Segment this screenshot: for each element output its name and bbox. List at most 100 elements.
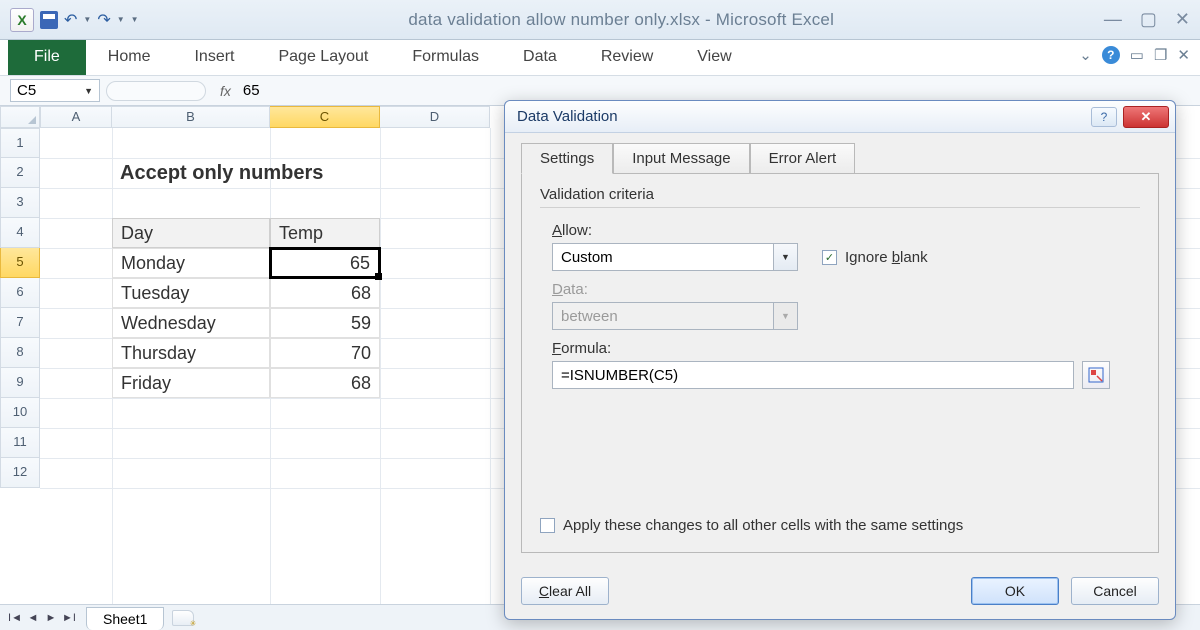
col-header-d[interactable]: D bbox=[380, 106, 490, 128]
save-icon[interactable] bbox=[40, 11, 58, 29]
row-header[interactable]: 10 bbox=[0, 398, 40, 428]
ignore-blank-checkbox[interactable]: ✓ Ignore blank bbox=[822, 249, 928, 266]
quick-access-toolbar: X ↶ ▼ ↷ ▼ ▼ bbox=[10, 8, 139, 32]
tab-review[interactable]: Review bbox=[579, 40, 675, 75]
namebox-handle bbox=[106, 81, 206, 101]
doc-minimize-icon[interactable]: ▭ bbox=[1130, 46, 1144, 64]
row-header[interactable]: 8 bbox=[0, 338, 40, 368]
row-header[interactable]: 9 bbox=[0, 368, 40, 398]
sheet-nav-first-icon[interactable]: I◄ bbox=[6, 612, 24, 624]
dialog-close-button[interactable]: ✕ bbox=[1123, 106, 1169, 128]
dialog-title: Data Validation bbox=[517, 108, 1091, 125]
chevron-down-icon: ▼ bbox=[773, 303, 797, 329]
tab-error-alert[interactable]: Error Alert bbox=[750, 143, 856, 174]
ribbon: File Home Insert Page Layout Formulas Da… bbox=[0, 40, 1200, 76]
help-icon[interactable]: ? bbox=[1102, 46, 1120, 64]
maximize-icon[interactable]: ▢ bbox=[1140, 9, 1157, 30]
sheet-tab-sheet1[interactable]: Sheet1 bbox=[86, 607, 164, 630]
col-header-a[interactable]: A bbox=[40, 106, 112, 128]
doc-restore-icon[interactable]: ❐ bbox=[1154, 46, 1167, 64]
cell[interactable]: 70 bbox=[270, 338, 380, 368]
redo-icon[interactable]: ↷ bbox=[97, 10, 110, 30]
column-headers: A B C D bbox=[40, 106, 490, 128]
chevron-down-icon[interactable]: ▼ bbox=[773, 244, 797, 270]
tab-file[interactable]: File bbox=[8, 40, 86, 75]
fx-icon[interactable]: fx bbox=[220, 83, 231, 99]
checkbox-icon: ✓ bbox=[822, 250, 837, 265]
settings-panel: Validation criteria Allow: Custom ▼ ✓ Ig… bbox=[521, 173, 1159, 553]
select-all-cell[interactable] bbox=[0, 106, 40, 128]
tab-home[interactable]: Home bbox=[86, 40, 173, 75]
ribbon-minimize-icon[interactable]: ⌄ bbox=[1079, 46, 1092, 64]
validation-criteria-label: Validation criteria bbox=[540, 186, 1140, 203]
cell[interactable]: Tuesday bbox=[112, 278, 270, 308]
tab-view[interactable]: View bbox=[675, 40, 753, 75]
dialog-footer: Clear All OK Cancel bbox=[505, 567, 1175, 619]
formula-input[interactable] bbox=[552, 361, 1074, 389]
cell-header-day[interactable]: Day bbox=[112, 218, 270, 248]
undo-dropdown-icon[interactable]: ▼ bbox=[83, 15, 91, 24]
data-validation-dialog: Data Validation ? ✕ Settings Input Messa… bbox=[504, 100, 1176, 620]
tab-settings[interactable]: Settings bbox=[521, 143, 613, 174]
minimize-icon[interactable]: — bbox=[1104, 9, 1122, 30]
redo-dropdown-icon[interactable]: ▼ bbox=[117, 15, 125, 24]
row-headers: 1 2 3 4 5 6 7 8 9 10 11 12 bbox=[0, 128, 40, 488]
doc-close-icon[interactable]: ✕ bbox=[1177, 46, 1190, 64]
cell-heading[interactable]: Accept only numbers bbox=[112, 158, 412, 188]
sheet-nav-next-icon[interactable]: ► bbox=[42, 612, 60, 624]
close-x-icon: ✕ bbox=[1141, 109, 1152, 125]
row-header[interactable]: 5 bbox=[0, 248, 40, 278]
cell[interactable]: Friday bbox=[112, 368, 270, 398]
title-bar: X ↶ ▼ ↷ ▼ ▼ data validation allow number o… bbox=[0, 0, 1200, 40]
row-header[interactable]: 3 bbox=[0, 188, 40, 218]
cell[interactable]: Wednesday bbox=[112, 308, 270, 338]
formula-label: Formula: bbox=[552, 340, 1140, 357]
row-header[interactable]: 11 bbox=[0, 428, 40, 458]
cancel-button[interactable]: Cancel bbox=[1071, 577, 1159, 605]
tab-formulas[interactable]: Formulas bbox=[390, 40, 501, 75]
cell[interactable]: 68 bbox=[270, 368, 380, 398]
window-title: data validation allow number only.xlsx -… bbox=[139, 10, 1104, 30]
allow-combobox[interactable]: Custom ▼ bbox=[552, 243, 798, 271]
cell[interactable]: 68 bbox=[270, 278, 380, 308]
data-value: between bbox=[553, 308, 773, 325]
undo-icon[interactable]: ↶ bbox=[64, 10, 77, 30]
range-selector-icon[interactable] bbox=[1082, 361, 1110, 389]
excel-logo-icon[interactable]: X bbox=[10, 8, 34, 32]
name-box-dropdown-icon[interactable]: ▼ bbox=[84, 86, 93, 96]
tab-insert[interactable]: Insert bbox=[172, 40, 256, 75]
new-sheet-icon[interactable] bbox=[172, 610, 194, 626]
row-header[interactable]: 7 bbox=[0, 308, 40, 338]
name-box-value: C5 bbox=[17, 82, 36, 99]
row-header[interactable]: 12 bbox=[0, 458, 40, 488]
tab-page-layout[interactable]: Page Layout bbox=[256, 40, 390, 75]
cell[interactable]: Monday bbox=[112, 248, 270, 278]
row-header[interactable]: 4 bbox=[0, 218, 40, 248]
apply-to-all-checkbox[interactable]: ✓ Apply these changes to all other cells… bbox=[540, 517, 963, 534]
active-cell[interactable]: 65 bbox=[269, 247, 381, 279]
clear-all-button[interactable]: Clear All bbox=[521, 577, 609, 605]
data-combobox: between ▼ bbox=[552, 302, 798, 330]
col-header-c[interactable]: C bbox=[270, 106, 380, 128]
row-header[interactable]: 6 bbox=[0, 278, 40, 308]
dialog-title-bar[interactable]: Data Validation ? ✕ bbox=[505, 101, 1175, 133]
data-label: Data: bbox=[552, 281, 1140, 298]
allow-value: Custom bbox=[553, 249, 773, 266]
sheet-nav-prev-icon[interactable]: ◄ bbox=[24, 612, 42, 624]
formula-bar-input[interactable] bbox=[239, 80, 1200, 101]
ok-button[interactable]: OK bbox=[971, 577, 1059, 605]
dialog-help-icon[interactable]: ? bbox=[1091, 107, 1117, 127]
name-box[interactable]: C5 ▼ bbox=[10, 79, 100, 102]
tab-input-message[interactable]: Input Message bbox=[613, 143, 749, 174]
qat-customize-icon[interactable]: ▼ bbox=[131, 15, 139, 24]
cell[interactable]: 59 bbox=[270, 308, 380, 338]
row-header[interactable]: 1 bbox=[0, 128, 40, 158]
cell-header-temp[interactable]: Temp bbox=[270, 218, 380, 248]
cell[interactable]: Thursday bbox=[112, 338, 270, 368]
col-header-b[interactable]: B bbox=[112, 106, 270, 128]
tab-data[interactable]: Data bbox=[501, 40, 579, 75]
sheet-nav-last-icon[interactable]: ►I bbox=[60, 612, 78, 624]
apply-to-all-label: Apply these changes to all other cells w… bbox=[563, 517, 963, 534]
close-window-icon[interactable]: ✕ bbox=[1175, 9, 1190, 30]
row-header[interactable]: 2 bbox=[0, 158, 40, 188]
